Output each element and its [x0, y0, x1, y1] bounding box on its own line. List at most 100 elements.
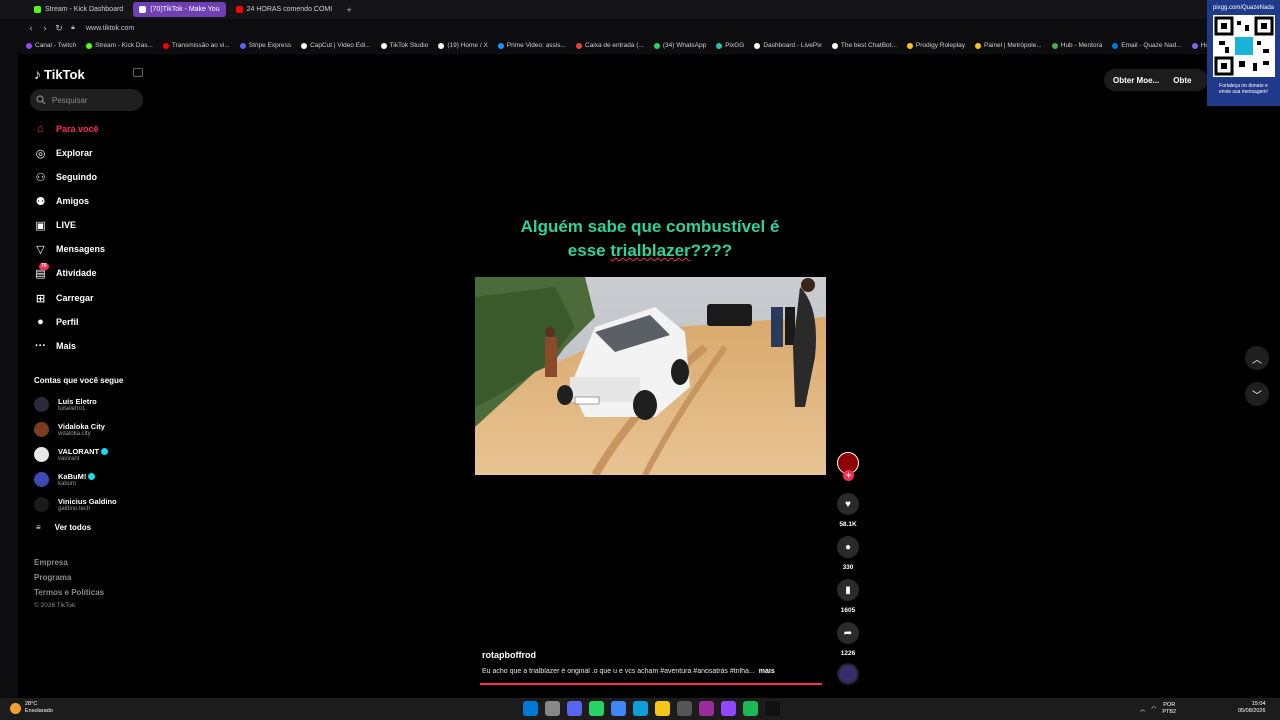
- tiktok-logo[interactable]: ♪ TikTok: [34, 66, 85, 82]
- wifi-icon[interactable]: ◠: [1152, 706, 1157, 712]
- sidebar-item-carregar[interactable]: ⊞ Carregar: [34, 289, 94, 307]
- search-input[interactable]: Pesquisar: [30, 89, 143, 111]
- see-all-button[interactable]: ≡ Ver todos: [36, 523, 91, 532]
- sidebar-item-amigos[interactable]: ⚉ Amigos: [34, 192, 89, 210]
- forward-icon[interactable]: ›: [38, 23, 52, 33]
- sidebar-item-atividade[interactable]: ▤ 70 Atividade: [34, 262, 97, 282]
- save-button[interactable]: ▮ 1605: [836, 579, 860, 614]
- bookmark-item[interactable]: Caixa de entrada (...: [575, 42, 644, 49]
- bookmark-item[interactable]: Prime Video: assis...: [497, 42, 566, 49]
- more-link[interactable]: mais: [759, 668, 775, 675]
- bookmark-favicon-icon: [575, 42, 582, 49]
- bookmark-favicon-icon: [831, 42, 838, 49]
- bookmark-favicon-icon: [754, 42, 761, 49]
- bookmark-item[interactable]: (19) Home / X: [438, 42, 488, 49]
- weather-widget[interactable]: 28°C Ensolarado: [10, 701, 53, 715]
- collapse-sidebar-icon[interactable]: [133, 68, 143, 77]
- taskbar-app-icon[interactable]: [655, 701, 670, 716]
- avatar: [34, 471, 49, 487]
- followed-account[interactable]: Luís Eletro luiseletro1: [34, 393, 97, 415]
- taskbar-app-icon[interactable]: [633, 701, 648, 716]
- followed-account[interactable]: Vinicius Galdino galdino.tech: [34, 493, 117, 515]
- footer-link-programa[interactable]: Programa: [34, 573, 71, 582]
- sidebar-item-mais[interactable]: ··· Mais: [34, 337, 76, 355]
- messages-icon: ▽: [36, 243, 45, 256]
- taskbar-app-icon[interactable]: [589, 701, 604, 716]
- donation-qr-overlay: pixgg.com/QuazeNada Fortaleça no donate …: [1207, 0, 1280, 106]
- bookmark-item[interactable]: Painel | Metrópole...: [975, 42, 1042, 49]
- video-author[interactable]: rotapboffrod: [482, 650, 536, 660]
- follow-plus-icon[interactable]: +: [843, 470, 854, 481]
- taskbar-app-icon[interactable]: [743, 701, 758, 716]
- taskbar-app-icon[interactable]: [677, 701, 692, 716]
- bookmark-favicon-icon: [26, 42, 32, 49]
- taskbar-app-icon[interactable]: [545, 701, 560, 716]
- reload-icon[interactable]: ↻: [52, 23, 66, 34]
- comment-button[interactable]: ● 330: [836, 536, 860, 571]
- bookmark-item[interactable]: Dashboard - LivePix: [754, 42, 822, 49]
- url-field[interactable]: www.tiktok.com: [86, 25, 134, 32]
- get-coins-button[interactable]: Obter Moe... Obte: [1104, 69, 1208, 91]
- browser-tab[interactable]: (70)TikTok - Make You: [133, 2, 226, 17]
- tiktok-sidebar: ♪ TikTok Pesquisar ⌂ Para você ◎ Explorar ⚇ S…: [20, 58, 150, 618]
- chevron-down-icon: ﹀: [1252, 390, 1262, 402]
- browser-tab[interactable]: Stream - Kick Dashboard: [28, 2, 129, 17]
- bookmark-favicon-icon: [1191, 42, 1198, 49]
- heart-icon: ♥: [837, 493, 859, 515]
- tab-favicon-icon: [139, 6, 147, 13]
- sidebar-item-mensagens[interactable]: ▽ Mensagens: [34, 240, 105, 258]
- previous-video-button[interactable]: ︿: [1245, 346, 1269, 370]
- next-video-button[interactable]: ﹀: [1245, 382, 1269, 406]
- taskbar-app-icon[interactable]: [765, 701, 780, 716]
- like-button[interactable]: ♥ 58.1K: [836, 493, 860, 528]
- bookmark-item[interactable]: Email - Quaze Nad...: [1112, 42, 1182, 49]
- sidebar-item-live[interactable]: ▣ LIVE: [34, 216, 76, 234]
- bookmark-item[interactable]: Transmissão ao vi...: [162, 42, 230, 49]
- taskbar-app-icon[interactable]: [699, 701, 714, 716]
- tray-chevron-icon[interactable]: ︿: [1140, 705, 1146, 713]
- sidebar-item-seguindo[interactable]: ⚇ Seguindo: [34, 168, 97, 186]
- browser-tab[interactable]: 24 HORAS comendo COMI: [230, 2, 339, 17]
- followed-account[interactable]: Vidaloka City vidaloka.city: [34, 418, 105, 440]
- bookmark-item[interactable]: PixGG: [716, 42, 744, 49]
- bookmark-item[interactable]: The best ChatBot...: [831, 42, 897, 49]
- taskbar-app-icon[interactable]: [721, 701, 736, 716]
- tab-favicon-icon: [235, 6, 243, 13]
- bookmark-item[interactable]: (34) WhatsApp: [653, 42, 706, 49]
- sidebar-item-perfil[interactable]: ● Perfil: [34, 313, 78, 331]
- share-button[interactable]: ➦ 1226: [836, 622, 860, 657]
- bookmark-favicon-icon: [653, 42, 660, 49]
- bookmark-item[interactable]: Prodigy Roleplay: [906, 42, 965, 49]
- taskbar-app-icon[interactable]: [611, 701, 626, 716]
- bookmarks-bar: Canal - Twitch Stream - Kick Das... Transm…: [0, 37, 1280, 54]
- footer-link-termos[interactable]: Termos e Políticas: [34, 588, 104, 597]
- bookmark-favicon-icon: [301, 42, 308, 49]
- back-icon[interactable]: ‹: [24, 23, 38, 33]
- taskbar-app-icon[interactable]: [567, 701, 582, 716]
- video-player[interactable]: [475, 277, 826, 475]
- followed-account[interactable]: VALORANT valorant: [34, 443, 109, 465]
- copyright-text: © 2026 TikTok: [34, 602, 76, 609]
- bookmark-item[interactable]: Canal - Twitch: [26, 42, 76, 49]
- bookmark-item[interactable]: Stream - Kick Das...: [86, 42, 153, 49]
- taskbar-app-icon[interactable]: [523, 701, 538, 716]
- followed-account[interactable]: KaBuM! kabum: [34, 468, 96, 490]
- sidebar-item-para-voc[interactable]: ⌂ Para você: [34, 120, 98, 138]
- clock[interactable]: 15:04 05/08/2026: [1238, 701, 1266, 715]
- sidebar-item-explorar[interactable]: ◎ Explorar: [34, 144, 93, 162]
- bookmark-item[interactable]: TikTok Studio: [380, 42, 428, 49]
- compass-icon: ◎: [35, 147, 46, 160]
- footer-link-empresa[interactable]: Empresa: [34, 558, 68, 567]
- bookmark-item[interactable]: Stripe Express: [239, 42, 291, 49]
- bookmark-item[interactable]: Hub - Mentora: [1051, 42, 1102, 49]
- bookmark-item[interactable]: CapCut | Video Edi...: [301, 42, 371, 49]
- video-progress-bar[interactable]: [480, 683, 822, 685]
- new-tab-button[interactable]: +: [342, 5, 356, 15]
- like-count: 58.1K: [839, 521, 857, 528]
- avatar: [34, 421, 49, 437]
- tab-bar: Stream - Kick Dashboard (70)TikTok - Make…: [0, 0, 1280, 19]
- donation-url: pixgg.com/QuazeNada: [1212, 5, 1275, 11]
- following-title: Contas que você segue: [34, 376, 124, 385]
- music-disc-icon[interactable]: [837, 663, 859, 685]
- taskbar-apps: [523, 701, 780, 716]
